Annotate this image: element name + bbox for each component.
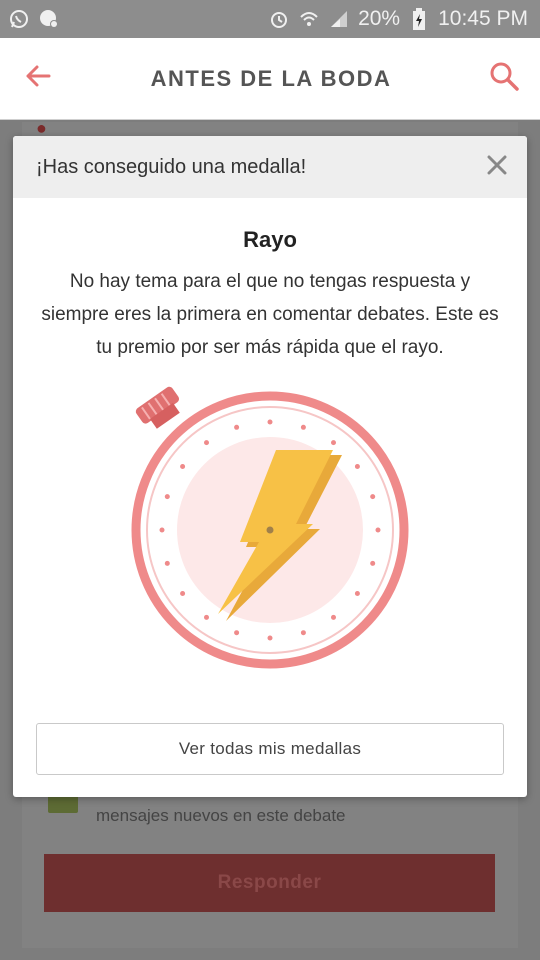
alarm-icon <box>268 8 290 30</box>
stopwatch-tick <box>354 591 360 596</box>
stopwatch-tick <box>204 440 209 446</box>
stopwatch-tick <box>331 614 336 620</box>
clock: 10:45 PM <box>438 7 528 30</box>
stopwatch-tick <box>180 464 186 469</box>
medal-description: No hay tema para el que no tengas respue… <box>41 271 499 358</box>
messenger-icon <box>38 8 60 30</box>
stopwatch-tick <box>164 560 170 566</box>
stopwatch-tick <box>159 527 165 533</box>
signal-icon <box>328 8 350 30</box>
battery-icon <box>408 8 430 30</box>
reply-button[interactable]: Responder <box>44 854 495 912</box>
stopwatch-tick <box>375 527 381 533</box>
stopwatch-lightning-icon <box>130 384 410 674</box>
stopwatch-tick <box>204 614 209 620</box>
search-button[interactable] <box>486 61 522 97</box>
stopwatch-tick <box>331 440 336 446</box>
stopwatch-tick <box>370 560 376 566</box>
close-icon <box>487 155 507 180</box>
dialog-header: ¡Has conseguido una medalla! <box>13 136 527 198</box>
status-right: 20% 10:45 PM <box>268 7 528 31</box>
stopwatch-tick <box>180 591 186 596</box>
wifi-icon <box>298 8 320 30</box>
stopwatch-tick <box>234 424 240 430</box>
stopwatch-tick <box>267 419 273 425</box>
stopwatch-tick <box>164 494 170 500</box>
arrow-left-icon <box>23 61 53 96</box>
notify-label: mensajes nuevos en este debate <box>96 806 346 825</box>
app-bar: ANTES DE LA BODA <box>0 38 540 120</box>
page-title: ANTES DE LA BODA <box>150 65 392 91</box>
medal-name: Rayo <box>243 227 297 252</box>
stopwatch-tick <box>370 494 376 500</box>
stopwatch-tick <box>300 424 306 430</box>
stopwatch-tick <box>234 630 240 636</box>
dialog-title: ¡Has conseguido una medalla! <box>36 155 307 178</box>
whatsapp-icon <box>8 8 30 30</box>
stopwatch-tick <box>267 635 273 641</box>
status-bar: 20% 10:45 PM <box>0 0 540 38</box>
battery-percent: 20% <box>358 7 401 30</box>
stopwatch-tick <box>354 464 360 469</box>
view-all-medals-button[interactable]: Ver todas mis medallas <box>36 723 504 775</box>
stopwatch-tick <box>300 630 306 636</box>
search-icon <box>488 60 520 97</box>
close-button[interactable] <box>483 153 511 181</box>
medal-dialog: ¡Has conseguido una medalla! Rayo No hay… <box>13 136 527 797</box>
back-button[interactable] <box>20 61 56 97</box>
status-left <box>8 8 60 30</box>
